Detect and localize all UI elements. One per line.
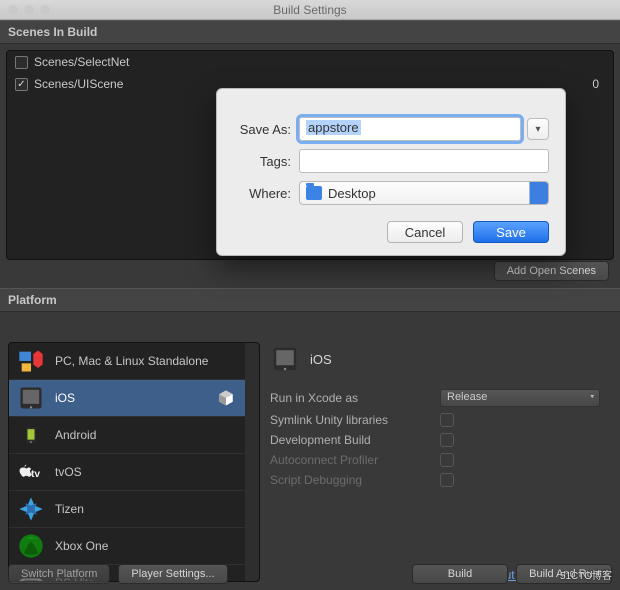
run-in-xcode-select[interactable]: Release	[440, 389, 600, 407]
tags-label: Tags:	[233, 154, 299, 169]
platform-item-label: tvOS	[55, 465, 82, 479]
symlink-checkbox[interactable]	[440, 413, 454, 427]
switch-platform-button[interactable]: Switch Platform	[8, 564, 110, 584]
save-dialog: Save As: appstore ▾ Tags: Where: Desktop…	[216, 88, 566, 256]
tizen-icon	[17, 497, 45, 521]
platform-item-tizen[interactable]: Tizen	[9, 491, 259, 528]
platform-item-label: iOS	[55, 391, 75, 405]
autoconnect-label: Autoconnect Profiler	[270, 453, 440, 467]
platform-item-label: PC, Mac & Linux Standalone	[55, 354, 208, 368]
save-button[interactable]: Save	[473, 221, 549, 243]
build-and-run-button[interactable]: Build And Run	[516, 564, 612, 584]
tags-input[interactable]	[299, 149, 549, 173]
add-open-scenes-button[interactable]: Add Open Scenes	[494, 261, 609, 281]
standalone-icon	[17, 349, 45, 373]
platform-item-label: Xbox One	[55, 539, 108, 553]
platform-item-standalone[interactable]: PC, Mac & Linux Standalone	[9, 343, 259, 380]
platform-scrollbar[interactable]	[245, 343, 259, 581]
window-titlebar: Build Settings	[0, 0, 620, 20]
window-title: Build Settings	[0, 3, 620, 17]
unity-current-icon	[217, 389, 235, 407]
save-as-input[interactable]: appstore	[299, 117, 521, 141]
tvos-icon: tv	[17, 460, 45, 484]
bottom-toolbar: Switch Platform Player Settings... Build…	[0, 564, 620, 584]
platform-item-ios[interactable]: iOS	[9, 380, 259, 417]
player-settings-button[interactable]: Player Settings...	[118, 564, 227, 584]
platform-list[interactable]: PC, Mac & Linux Standalone iOS Android t…	[8, 342, 260, 582]
scriptdbg-label: Script Debugging	[270, 473, 440, 487]
autoconnect-checkbox	[440, 453, 454, 467]
where-select[interactable]: Desktop ▴▾	[299, 181, 549, 205]
devbuild-label: Development Build	[270, 433, 440, 447]
xbox-icon	[17, 534, 45, 558]
chevron-down-icon: ▾	[535, 124, 540, 135]
ios-icon	[17, 386, 45, 410]
platform-item-label: Android	[55, 428, 96, 442]
devbuild-checkbox[interactable]	[440, 433, 454, 447]
scene-row[interactable]: Scenes/SelectNet	[7, 51, 613, 73]
scenes-header: Scenes In Build	[0, 20, 620, 44]
symlink-label: Symlink Unity libraries	[270, 413, 440, 427]
disclosure-button[interactable]: ▾	[527, 118, 549, 140]
scene-checkbox[interactable]: ✓	[15, 78, 28, 91]
platform-item-label: Tizen	[55, 502, 84, 516]
where-label: Where:	[233, 186, 299, 201]
save-as-label: Save As:	[233, 122, 299, 137]
scene-checkbox[interactable]	[15, 56, 28, 69]
platform-item-xboxone[interactable]: Xbox One	[9, 528, 259, 565]
folder-icon	[306, 186, 322, 200]
ios-icon	[270, 346, 300, 372]
platform-header: Platform	[0, 288, 620, 312]
scriptdbg-checkbox	[440, 473, 454, 487]
run-in-xcode-label: Run in Xcode as	[270, 391, 440, 405]
android-icon	[17, 423, 45, 447]
where-value: Desktop	[328, 186, 376, 201]
platform-item-tvos[interactable]: tv tvOS	[9, 454, 259, 491]
scene-label: Scenes/UIScene	[34, 77, 123, 91]
build-button[interactable]: Build	[412, 564, 508, 584]
platform-details: iOS Run in Xcode as Release Symlink Unit…	[270, 342, 612, 582]
svg-text:tv: tv	[31, 469, 40, 480]
updown-icon: ▴▾	[534, 185, 544, 201]
cancel-button[interactable]: Cancel	[387, 221, 463, 243]
scene-index: 0	[592, 77, 605, 91]
platform-item-android[interactable]: Android	[9, 417, 259, 454]
details-title: iOS	[310, 352, 332, 367]
scene-label: Scenes/SelectNet	[34, 55, 129, 69]
